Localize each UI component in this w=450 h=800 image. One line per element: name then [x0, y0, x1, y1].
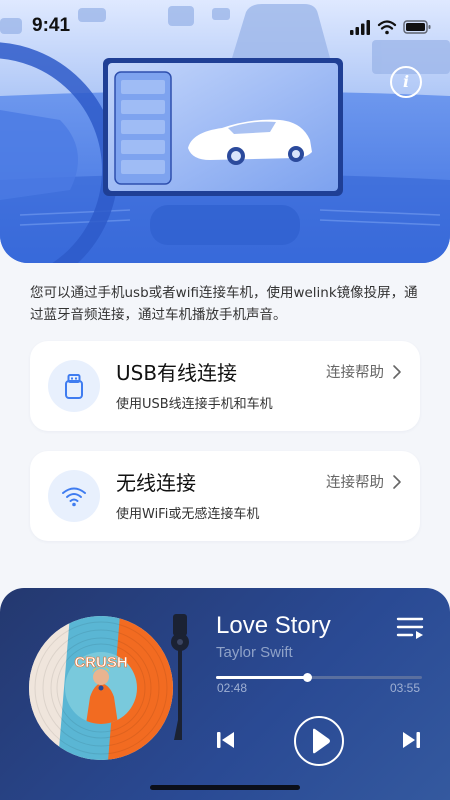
skip-previous-icon[interactable]	[215, 729, 237, 751]
hero-illustration: 9:41 i	[0, 0, 450, 263]
music-player: CRUSH Love Story Taylor Swift 02:48 03:5…	[0, 588, 450, 800]
usb-card-title: USB有线连接	[116, 361, 238, 385]
status-bar: 9:41	[0, 0, 450, 52]
usb-icon	[48, 360, 100, 412]
track-artist: Taylor Swift	[216, 644, 293, 661]
play-button[interactable]	[294, 716, 344, 766]
wireless-card-subtitle: 使用WiFi或无感连接车机	[116, 507, 260, 522]
playlist-icon[interactable]	[396, 615, 424, 641]
wifi-icon	[377, 20, 397, 35]
home-indicator	[150, 785, 300, 790]
signal-icon	[350, 20, 370, 35]
connection-description: 您可以通过手机usb或者wifi连接车机，使用welink镜像投屏，通过蓝牙音频…	[30, 285, 418, 323]
wireless-connection-card[interactable]: 无线连接 使用WiFi或无感连接车机 连接帮助	[30, 451, 420, 541]
usb-help-link[interactable]: 连接帮助	[326, 361, 384, 382]
usb-connection-card[interactable]: USB有线连接 使用USB线连接手机和车机 连接帮助	[30, 341, 420, 431]
album-label-text: CRUSH	[74, 654, 127, 671]
battery-icon	[403, 20, 431, 34]
wireless-card-title: 无线连接	[116, 471, 196, 495]
vinyl-record-album-art: CRUSH	[29, 616, 173, 760]
tonearm-graphic	[171, 614, 189, 740]
skip-next-icon[interactable]	[400, 729, 422, 751]
welink-connection-screen: 9:41 i 您可以通过手机usb或者wifi连接车机，使用welink镜像投屏…	[0, 0, 450, 800]
wireless-help-link[interactable]: 连接帮助	[326, 471, 384, 492]
chevron-right-icon	[393, 475, 401, 489]
usb-card-subtitle: 使用USB线连接手机和车机	[116, 397, 273, 412]
track-title: Love Story	[216, 612, 331, 639]
wifi-icon	[48, 470, 100, 522]
play-icon	[313, 728, 330, 754]
progress-slider[interactable]	[216, 673, 422, 682]
progress-fill	[216, 676, 307, 679]
status-icons	[350, 20, 431, 35]
progress-thumb[interactable]	[302, 673, 312, 682]
info-icon[interactable]: i	[390, 66, 422, 98]
total-time: 03:55	[389, 681, 420, 695]
current-time: 02:48	[217, 681, 248, 695]
chevron-right-icon	[393, 365, 401, 379]
status-time: 9:41	[32, 15, 71, 36]
